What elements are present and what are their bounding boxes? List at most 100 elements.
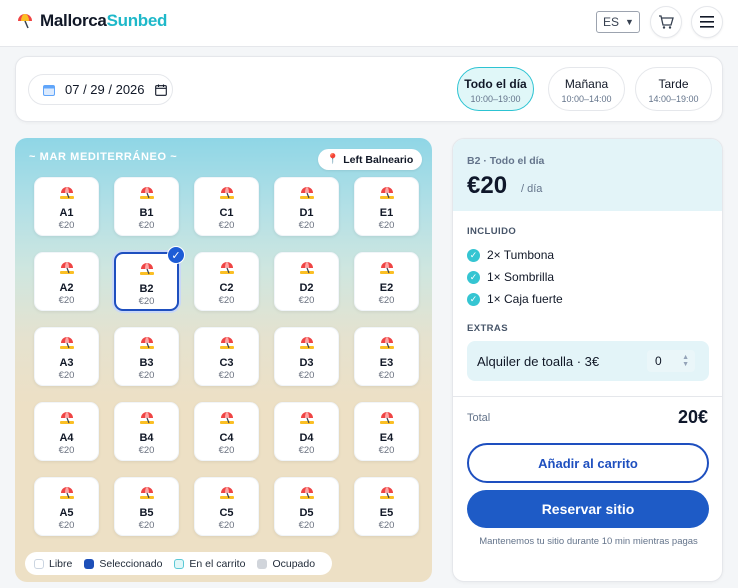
reserve-button[interactable]: Reservar sitio <box>467 490 709 528</box>
spot-price: €20 <box>378 520 395 531</box>
umbrella-icon <box>115 185 178 206</box>
spot-b5[interactable]: B5 €20 <box>114 477 179 536</box>
spot-c5[interactable]: C5 €20 <box>194 477 259 536</box>
spot-price: €20 <box>298 445 315 456</box>
umbrella-icon <box>115 410 178 431</box>
spot-b1[interactable]: B1 €20 <box>114 177 179 236</box>
spot-code: B5 <box>139 507 154 519</box>
language-value: ES <box>603 15 620 29</box>
spot-code: C4 <box>219 432 234 444</box>
spot-b4[interactable]: B4 €20 <box>114 402 179 461</box>
slot-tarde[interactable]: Tarde 14:00–19:00 <box>635 67 712 111</box>
date-time-toolbar: 07 / 29 / 2026 Todo el día 10:00–19:00 M… <box>15 56 723 122</box>
spot-b2[interactable]: B2 €20 ✓ <box>114 246 185 311</box>
spot-code: C3 <box>219 357 234 369</box>
umbrella-icon <box>195 260 258 281</box>
umbrella-icon <box>195 410 258 431</box>
slot-hours: 14:00–19:00 <box>648 94 699 104</box>
legend-swatch-selected <box>84 558 95 569</box>
spot-c1[interactable]: C1 €20 <box>194 177 259 236</box>
umbrella-icon <box>275 410 338 431</box>
legend-selected-label: Seleccionado <box>99 557 163 570</box>
spot-price: €20 <box>138 370 155 381</box>
slot-label: Tarde <box>658 77 689 91</box>
check-icon: ✓ <box>467 248 480 262</box>
umbrella-icon <box>275 485 338 506</box>
towel-extra-label: Alquiler de toalla · 3€ <box>477 353 600 369</box>
cart-button[interactable] <box>650 6 682 38</box>
umbrella-icon <box>195 335 258 356</box>
spot-d3[interactable]: D3 €20 <box>274 327 339 386</box>
umbrella-icon <box>275 335 338 356</box>
umbrella-icon <box>115 335 178 356</box>
add-to-cart-button[interactable]: Añadir al carrito <box>467 443 709 483</box>
brand-name-part2: Sunbed <box>106 11 168 30</box>
spot-e5[interactable]: E5 €20 <box>354 477 419 536</box>
spot-a5[interactable]: A5 €20 <box>34 477 99 536</box>
spot-price: €20 <box>138 220 155 231</box>
spot-d4[interactable]: D4 €20 <box>274 402 339 461</box>
spot-price: €20 <box>58 370 75 381</box>
date-value: 07 / 29 / 2026 <box>65 82 145 97</box>
spot-e1[interactable]: E1 €20 <box>354 177 419 236</box>
spinner-icon[interactable]: ▲ ▼ <box>682 354 689 368</box>
total-value: 20€ <box>677 407 708 427</box>
spot-e2[interactable]: E2 €20 <box>354 252 419 311</box>
date-input[interactable]: 07 / 29 / 2026 <box>28 74 173 105</box>
divider <box>453 396 722 397</box>
included-item: ✓ 1× Caja fuerte <box>467 292 563 306</box>
spot-c3[interactable]: C3 €20 <box>194 327 259 386</box>
umbrella-icon <box>275 185 338 206</box>
spot-d5[interactable]: D5 €20 <box>274 477 339 536</box>
spot-a2[interactable]: A2 €20 <box>34 252 99 311</box>
legend-in-cart: En el carrito <box>174 558 245 570</box>
slot-todo-el-dia[interactable]: Todo el día 10:00–19:00 <box>457 67 534 111</box>
booking-summary: B2 · Todo el día €20 / día INCLUIDO ✓ 2× … <box>452 138 723 582</box>
spot-c4[interactable]: C4 €20 <box>194 402 259 461</box>
spot-d2[interactable]: D2 €20 <box>274 252 339 311</box>
umbrella-icon <box>35 260 98 281</box>
spot-c2[interactable]: C2 €20 <box>194 252 259 311</box>
spot-price: €20 <box>218 445 235 456</box>
selected-check-icon: ✓ <box>167 246 185 264</box>
legend-swatch-free <box>34 558 44 569</box>
legend-occupied: Ocupado <box>257 558 315 570</box>
legend-in-cart-label: En el carrito <box>189 557 246 570</box>
spot-code: E5 <box>379 507 394 519</box>
included-item: ✓ 2× Tumbona <box>467 248 554 262</box>
legend-free-label: Libre <box>49 557 73 570</box>
slot-manana[interactable]: Mañana 10:00–14:00 <box>548 67 625 111</box>
language-select[interactable]: ES ▼ <box>596 11 640 33</box>
legend: Libre Seleccionado En el carrito Ocupado <box>25 552 332 575</box>
spot-e4[interactable]: E4 €20 <box>354 402 419 461</box>
brand-logo[interactable]: MallorcaSunbed <box>16 11 167 31</box>
spot-e3[interactable]: E3 €20 <box>354 327 419 386</box>
spot-code: C1 <box>219 207 234 219</box>
umbrella-icon <box>195 485 258 506</box>
spot-a1[interactable]: A1 €20 <box>34 177 99 236</box>
summary-per: / día <box>521 183 543 195</box>
spot-d1[interactable]: D1 €20 <box>274 177 339 236</box>
spot-code: C5 <box>219 507 234 519</box>
spot-code: A5 <box>59 507 74 519</box>
spot-price: €20 <box>138 296 155 307</box>
hold-note: Mantenemos tu sitio durante 10 min mient… <box>479 536 698 547</box>
umbrella-icon <box>275 260 338 281</box>
calendar-picker-icon[interactable] <box>154 84 167 96</box>
spot-b3[interactable]: B3 €20 <box>114 327 179 386</box>
umbrella-icon <box>35 185 98 206</box>
included-item-label: 2× Tumbona <box>487 248 555 262</box>
spot-a3[interactable]: A3 €20 <box>34 327 99 386</box>
umbrella-icon <box>355 410 418 431</box>
spot-code: B2 <box>139 283 154 295</box>
spot-a4[interactable]: A4 €20 <box>34 402 99 461</box>
towel-quantity-stepper[interactable]: 0 ▲ ▼ <box>647 350 695 372</box>
summary-price: €20 <box>467 172 508 199</box>
total-label: Total <box>467 412 491 424</box>
menu-button[interactable] <box>691 6 723 38</box>
spot-price: €20 <box>58 445 75 456</box>
spot-code: D2 <box>299 282 314 294</box>
legend-swatch-in-cart <box>174 558 185 569</box>
included-item-label: 1× Sombrilla <box>487 270 555 284</box>
umbrella-icon <box>116 261 177 282</box>
